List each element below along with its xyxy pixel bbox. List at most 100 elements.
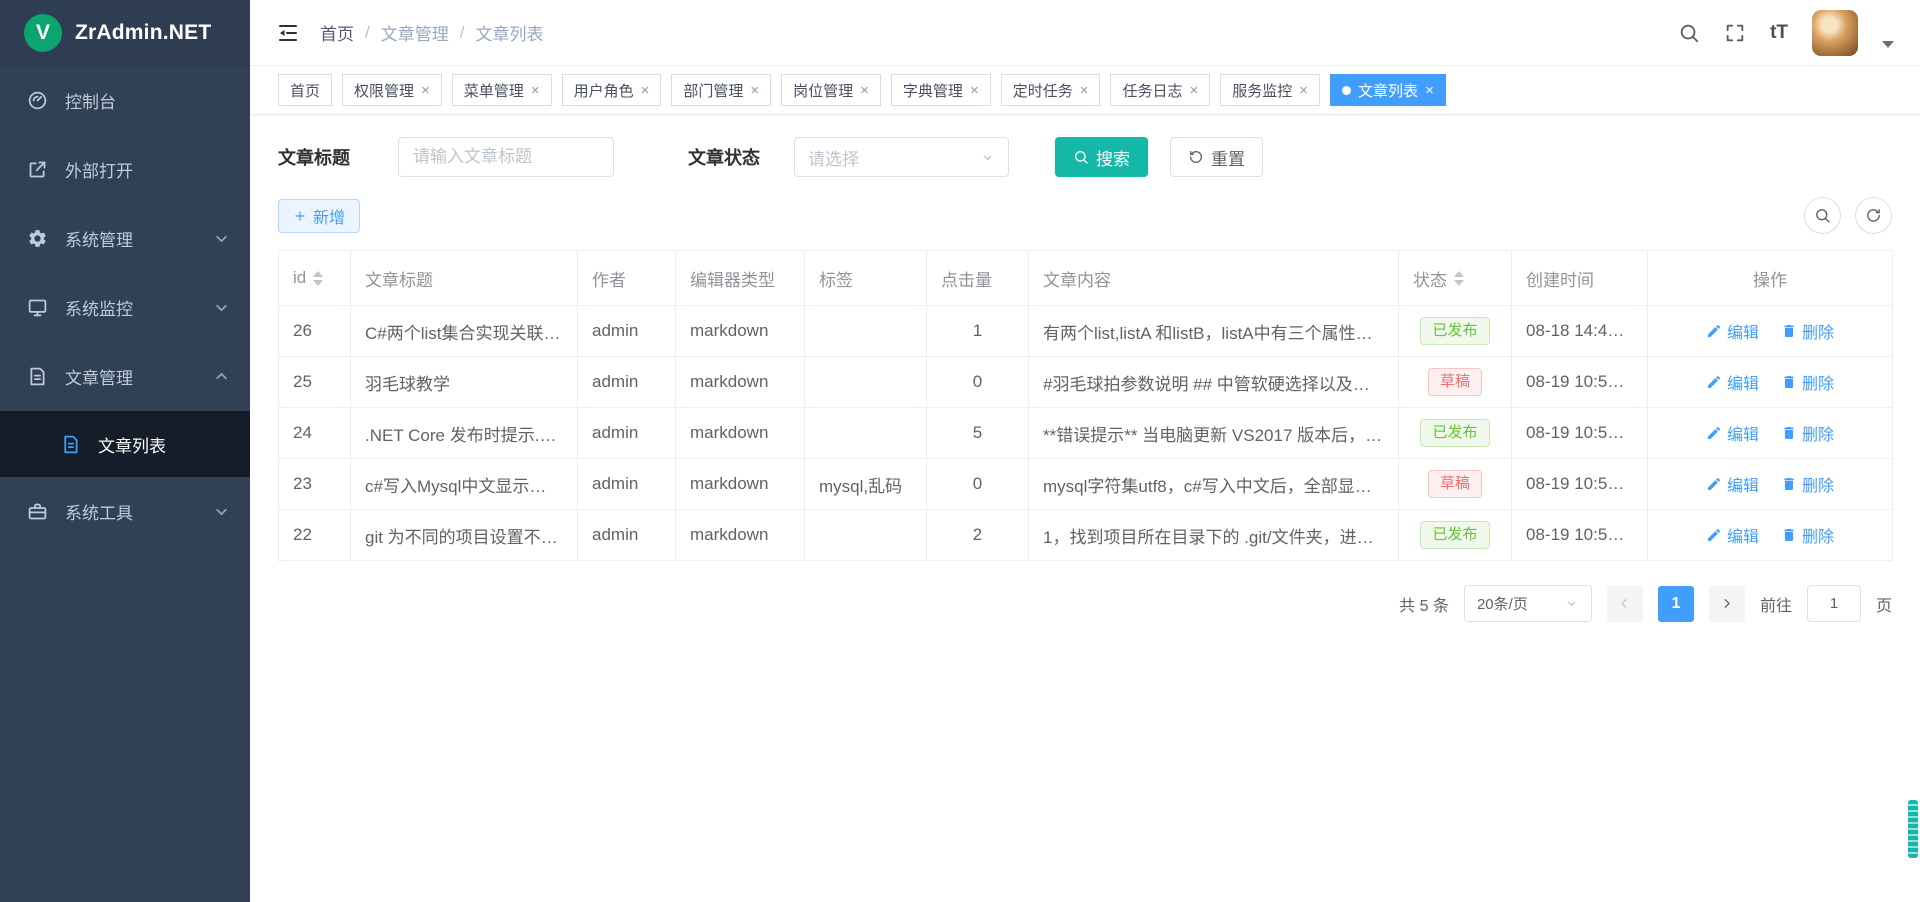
avatar[interactable] [1812,10,1858,56]
reset-button[interactable]: 重置 [1170,137,1263,177]
font-size-icon[interactable]: tT [1770,22,1788,44]
delete-link[interactable]: 删除 [1781,472,1834,496]
tab-server-monitor[interactable]: 服务监控× [1220,74,1320,106]
sidebar-item-system-tools[interactable]: 系统工具 [0,477,250,546]
fullscreen-icon[interactable] [1724,22,1746,44]
breadcrumb-item[interactable]: 文章列表 [475,20,543,45]
column-header-id[interactable]: id [279,251,351,306]
cell-id: 24 [279,408,351,459]
cell-status: 已发布 [1399,408,1512,459]
cell-editor_type: markdown [676,408,805,459]
edit-link[interactable]: 编辑 [1706,370,1759,394]
delete-link[interactable]: 删除 [1781,370,1834,394]
status-badge: 已发布 [1420,521,1489,549]
article-title-input[interactable] [398,137,614,177]
sidebar-item-label: 文章列表 [98,432,166,457]
page-size-select[interactable]: 20条/页 [1464,585,1592,622]
tab-close-icon[interactable]: × [1425,83,1434,98]
tab-post[interactable]: 岗位管理× [781,74,881,106]
tab-article-list[interactable]: 文章列表× [1330,74,1446,106]
tab-close-icon[interactable]: × [641,83,650,98]
column-header-editor_type: 编辑器类型 [676,251,805,306]
tab-label: 权限管理 [354,80,414,101]
scrollbar-thumb[interactable] [1908,800,1918,858]
search-icon [1814,207,1831,224]
cell-author: admin [578,408,676,459]
tab-permission[interactable]: 权限管理 × [342,74,442,106]
sidebar-item-system-manage[interactable]: 系统管理 [0,204,250,273]
app-logo[interactable]: V ZrAdmin.NET [0,0,250,66]
status-badge: 已发布 [1420,317,1489,345]
sidebar-item-label: 控制台 [65,88,116,113]
sidebar-item-article-list[interactable]: 文章列表 [0,411,250,477]
cell-created_at: 08-19 10:51:27 [1512,408,1648,459]
edit-link[interactable]: 编辑 [1706,319,1759,343]
edit-link[interactable]: 编辑 [1706,472,1759,496]
page-unit-label: 页 [1876,592,1892,616]
goto-page-input[interactable] [1807,585,1861,622]
cell-id: 25 [279,357,351,408]
edit-link[interactable]: 编辑 [1706,523,1759,547]
tab-job-log[interactable]: 任务日志× [1110,74,1210,106]
external-link-icon [27,159,48,180]
column-label: 创建时间 [1526,266,1594,291]
page-1-button[interactable]: 1 [1658,586,1694,622]
cell-editor_type: markdown [676,306,805,357]
cell-author: admin [578,510,676,561]
tab-home[interactable]: 首页 [278,74,332,106]
tab-job[interactable]: 定时任务× [1001,74,1101,106]
tab-menu[interactable]: 菜单管理× [452,74,552,106]
breadcrumb-item[interactable]: 首页 [320,20,354,45]
article-status-select[interactable]: 请选择 [794,137,1009,177]
tab-dict[interactable]: 字典管理 × [891,74,991,106]
cell-editor_type: markdown [676,459,805,510]
tab-close-icon[interactable]: × [531,83,540,98]
delete-link[interactable]: 删除 [1781,319,1834,343]
sort-icon[interactable] [313,271,323,286]
refresh-table-button[interactable] [1855,197,1892,234]
tab-close-icon[interactable]: × [421,83,430,98]
edit-link[interactable]: 编辑 [1706,421,1759,445]
search-icon[interactable] [1678,22,1700,44]
sidebar-item-system-monitor[interactable]: 系统监控 [0,273,250,342]
edit-icon [1706,476,1722,492]
sidebar-item-label: 系统工具 [65,499,133,524]
sort-asc-icon [313,271,323,277]
tab-label: 用户角色 [574,80,634,101]
sort-icon[interactable] [1454,271,1464,286]
cell-content: #羽毛球拍参数说明 ## 中管软硬选择以及长度介... [1029,357,1399,408]
caret-down-icon[interactable] [1882,41,1894,48]
tab-close-icon[interactable]: × [1080,83,1089,98]
search-button[interactable]: 搜索 [1055,137,1148,177]
cell-actions: 编辑删除 [1648,408,1893,459]
main-area: 首页/文章管理/文章列表 tT 首页权限管理×菜单管理×用户角色×部门管理×岗位… [250,0,1920,902]
breadcrumb-item[interactable]: 文章管理 [381,20,449,45]
tab-label: 字典管理 [903,80,963,101]
chevron-down-icon [211,297,232,318]
show-search-button[interactable] [1804,197,1841,234]
sidebar-item-article-manage[interactable]: 文章管理 [0,342,250,411]
tab-close-icon[interactable]: × [750,83,759,98]
delete-link[interactable]: 删除 [1781,523,1834,547]
sidebar-item-label: 系统管理 [65,226,133,251]
menu-fold-icon[interactable] [276,21,300,45]
header-actions: tT [1678,10,1894,56]
column-header-status[interactable]: 状态 [1399,251,1512,306]
cell-content: mysql字符集utf8，c#写入中文后，全部显示成? ... [1029,459,1399,510]
prev-page-button[interactable] [1607,586,1643,622]
sidebar-item-dashboard[interactable]: 控制台 [0,66,250,135]
tab-close-icon[interactable]: × [1299,83,1308,98]
delete-link[interactable]: 删除 [1781,421,1834,445]
tab-close-icon[interactable]: × [1190,83,1199,98]
sidebar-item-label: 外部打开 [65,157,133,182]
add-button[interactable]: 新增 [278,199,360,233]
next-page-button[interactable] [1709,586,1745,622]
tab-close-icon[interactable]: × [970,83,979,98]
tab-user-role[interactable]: 用户角色 × [562,74,662,106]
cell-status: 已发布 [1399,510,1512,561]
chevron-left-icon [1617,596,1632,611]
tab-close-icon[interactable]: × [860,83,869,98]
tab-dept[interactable]: 部门管理× [671,74,771,106]
sidebar-item-external[interactable]: 外部打开 [0,135,250,204]
column-label: 作者 [592,266,626,291]
